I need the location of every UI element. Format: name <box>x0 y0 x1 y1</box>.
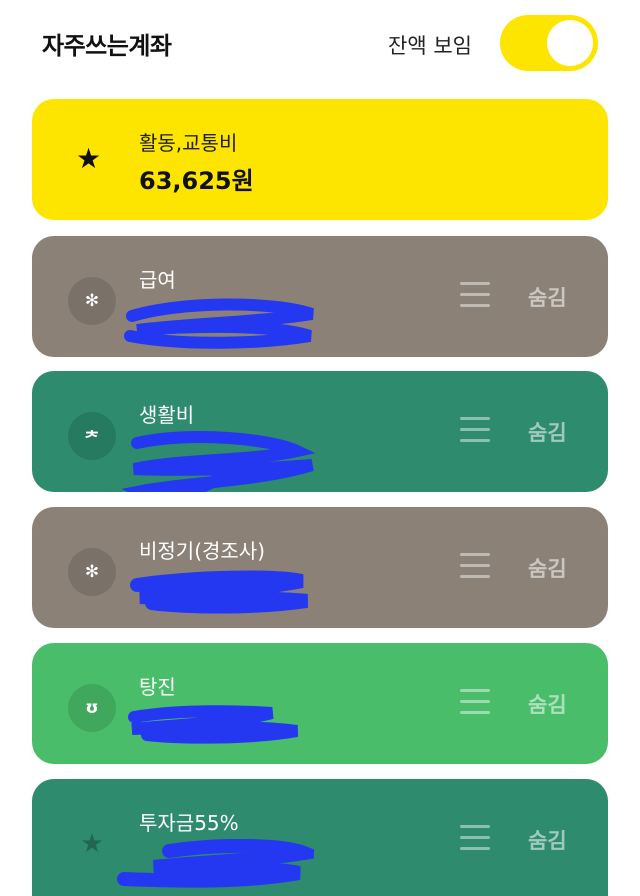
drag-handle-icon[interactable] <box>460 689 490 715</box>
hide-button[interactable]: 숨김 <box>528 417 567 447</box>
drag-handle-icon[interactable] <box>460 282 490 308</box>
account-name: 생활비 <box>139 403 195 427</box>
account-card[interactable]: ✻ 급여 숨김 <box>32 236 608 357</box>
drag-handle-icon[interactable] <box>460 417 490 443</box>
hide-button[interactable]: 숨김 <box>528 282 567 312</box>
nonghyup-bank-icon: ʊ <box>68 684 116 732</box>
account-name: 투자금55% <box>139 811 239 835</box>
account-card[interactable]: ᅔ 생활비 숨김 <box>32 371 608 492</box>
kookmin-bank-icon: ✻ <box>68 548 116 596</box>
redaction-scribble <box>122 431 316 492</box>
kookmin-bank-icon: ✻ <box>68 277 116 325</box>
star-icon: ★ <box>80 829 104 859</box>
page-title: 자주쓰는계좌 <box>42 32 172 60</box>
account-card[interactable]: ✻ 비정기(경조사) 숨김 <box>32 507 608 628</box>
drag-handle-icon[interactable] <box>460 553 490 579</box>
redaction-scribble <box>130 570 309 614</box>
account-name: 탕진 <box>139 675 176 699</box>
toggle-knob <box>547 20 593 66</box>
account-card[interactable]: ★ 투자금55% 숨김 <box>32 779 608 896</box>
redaction-scribble <box>117 839 314 888</box>
favorite-account-card[interactable]: ★ 활동,교통비 63,625원 <box>32 99 608 220</box>
redaction-scribble <box>128 705 299 744</box>
balance-visibility-toggle[interactable] <box>500 15 598 71</box>
hana-bank-icon: ᅔ <box>68 412 116 460</box>
account-name: 비정기(경조사) <box>139 539 266 563</box>
hide-button[interactable]: 숨김 <box>528 689 567 719</box>
account-balance: 63,625원 <box>139 167 254 195</box>
hide-button[interactable]: 숨김 <box>528 553 567 583</box>
account-name: 활동,교통비 <box>139 131 238 155</box>
account-card[interactable]: ʊ 탕진 숨김 <box>32 643 608 764</box>
balance-visibility-label: 잔액 보임 <box>388 34 472 58</box>
redaction-scribble <box>124 298 314 349</box>
star-icon[interactable]: ★ <box>76 145 101 173</box>
account-name: 급여 <box>139 268 176 292</box>
header: 자주쓰는계좌 잔액 보임 <box>0 0 640 88</box>
hide-button[interactable]: 숨김 <box>528 825 567 855</box>
drag-handle-icon[interactable] <box>460 825 490 851</box>
